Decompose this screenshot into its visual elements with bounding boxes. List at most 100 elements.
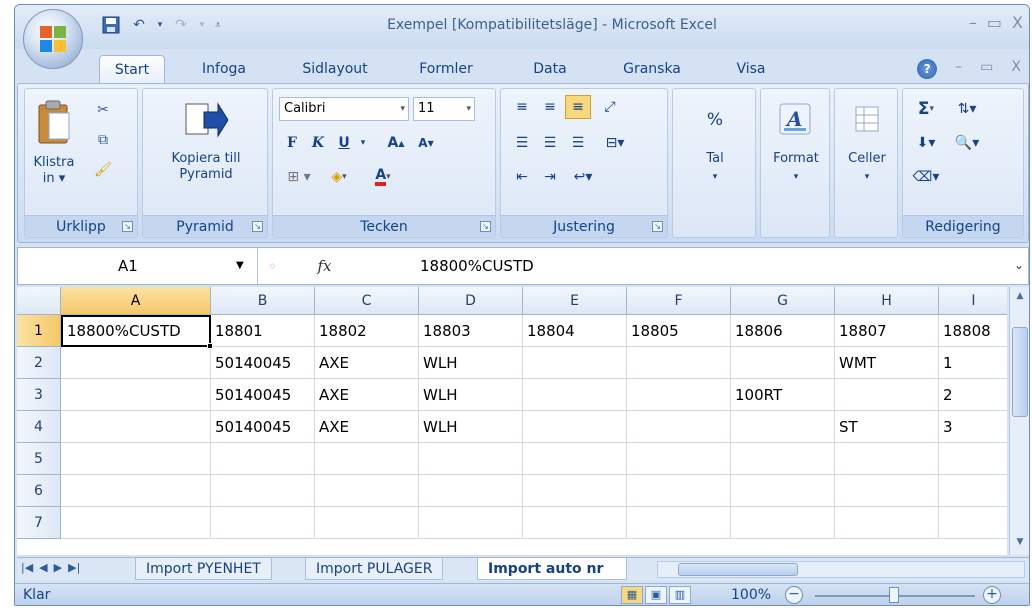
cell-d4[interactable]: WLH	[419, 411, 523, 443]
cell-h3[interactable]	[835, 379, 939, 411]
cell-a5[interactable]	[61, 443, 211, 475]
pyramid-launcher-icon[interactable]: ↘	[252, 221, 263, 232]
last-sheet-icon[interactable]: ▶|	[68, 561, 80, 574]
autosum-icon[interactable]: Σ ▾	[911, 97, 941, 121]
font-size-combo[interactable]: 11 ▾	[413, 97, 475, 121]
alignment-launcher-icon[interactable]: ↘	[652, 221, 663, 232]
cell-c6[interactable]	[315, 475, 419, 507]
column-header-e[interactable]: E	[523, 287, 627, 315]
zoom-in-icon[interactable]: +	[983, 586, 1001, 604]
row-header-6[interactable]: 6	[17, 475, 61, 507]
paste-button-label[interactable]: Klistra in ▾	[25, 155, 83, 187]
first-sheet-icon[interactable]: |◀	[21, 561, 33, 574]
ribbon-close-icon[interactable]: X	[1011, 59, 1021, 79]
cell-d2[interactable]: WLH	[419, 347, 523, 379]
cell-e3[interactable]	[523, 379, 627, 411]
sheet-tab-import-auto-nr[interactable]: Import auto nr	[477, 558, 627, 580]
vertical-scroll-thumb[interactable]	[1012, 327, 1028, 417]
cell-e7[interactable]	[523, 507, 627, 539]
cell-b5[interactable]	[211, 443, 315, 475]
cell-d1[interactable]: 18803	[419, 315, 523, 347]
cell-e6[interactable]	[523, 475, 627, 507]
close-icon[interactable]: X	[1012, 13, 1023, 32]
column-header-i[interactable]: I	[939, 287, 1007, 315]
align-center-icon[interactable]: ☰	[537, 131, 563, 155]
decrease-indent-icon[interactable]: ⇤	[509, 165, 535, 189]
formula-input[interactable]: 18800%CUSTD	[420, 248, 534, 284]
fill-icon[interactable]: ⬇▾	[911, 131, 941, 155]
tab-start[interactable]: Start	[99, 55, 165, 83]
column-header-g[interactable]: G	[731, 287, 835, 315]
select-all-corner[interactable]	[17, 287, 61, 315]
cell-c2[interactable]: AXE	[315, 347, 419, 379]
column-header-c[interactable]: C	[315, 287, 419, 315]
cell-b7[interactable]	[211, 507, 315, 539]
cell-e5[interactable]	[523, 443, 627, 475]
tab-infoga[interactable]: Infoga	[183, 55, 265, 83]
cell-c7[interactable]	[315, 507, 419, 539]
name-box[interactable]: A1	[18, 248, 258, 284]
page-break-view-icon[interactable]: ▥	[669, 586, 691, 604]
tab-granska[interactable]: Granska	[607, 55, 697, 83]
shrink-font-icon[interactable]: A ▼	[413, 131, 439, 155]
cell-f5[interactable]	[627, 443, 731, 475]
row-header-2[interactable]: 2	[17, 347, 61, 379]
cell-f2[interactable]	[627, 347, 731, 379]
cell-e4[interactable]	[523, 411, 627, 443]
office-button[interactable]	[23, 9, 83, 69]
underline-dropdown-icon[interactable]: ▾	[357, 131, 369, 155]
cell-i3[interactable]: 2	[939, 379, 1007, 411]
align-top-icon[interactable]: ≡	[509, 95, 535, 119]
group-cells[interactable]: Celler ▾	[834, 88, 898, 238]
underline-button[interactable]: U	[333, 131, 355, 155]
increase-indent-icon[interactable]: ⇥	[537, 165, 563, 189]
cell-e2[interactable]	[523, 347, 627, 379]
prev-sheet-icon[interactable]: ◀	[39, 561, 47, 574]
grow-font-icon[interactable]: A ▲	[383, 131, 409, 155]
zoom-slider-thumb[interactable]	[889, 587, 899, 603]
font-name-combo[interactable]: Calibri ▾	[279, 97, 409, 121]
cell-g7[interactable]	[731, 507, 835, 539]
cell-h4[interactable]: ST	[835, 411, 939, 443]
align-right-icon[interactable]: ☰	[565, 131, 591, 155]
cell-f1[interactable]: 18805	[627, 315, 731, 347]
cell-c5[interactable]	[315, 443, 419, 475]
cell-d3[interactable]: WLH	[419, 379, 523, 411]
ribbon-restore-icon[interactable]: ▭	[980, 59, 993, 79]
horizontal-scroll-thumb[interactable]	[678, 563, 798, 576]
cell-a7[interactable]	[61, 507, 211, 539]
cell-f4[interactable]	[627, 411, 731, 443]
cell-b6[interactable]	[211, 475, 315, 507]
copy-icon[interactable]: ⧉	[91, 129, 115, 151]
cut-icon[interactable]: ✂	[91, 99, 115, 121]
cell-g4[interactable]	[731, 411, 835, 443]
cell-g6[interactable]	[731, 475, 835, 507]
font-launcher-icon[interactable]: ↘	[480, 221, 491, 232]
cell-i2[interactable]: 1	[939, 347, 1007, 379]
cell-h1[interactable]: 18807	[835, 315, 939, 347]
copy-to-pyramid-button-label[interactable]: Kopiera till Pyramid	[143, 151, 269, 183]
sheet-tab-import-pyenhet[interactable]: Import PYENHET	[135, 558, 272, 580]
normal-view-icon[interactable]: ▦	[621, 586, 643, 604]
cell-b4[interactable]: 50140045	[211, 411, 315, 443]
cell-f3[interactable]	[627, 379, 731, 411]
next-sheet-icon[interactable]: ▶	[54, 561, 62, 574]
tab-data[interactable]: Data	[515, 55, 585, 83]
clear-icon[interactable]: ⌫▾	[911, 165, 941, 189]
clipboard-launcher-icon[interactable]: ↘	[122, 221, 133, 232]
horizontal-scrollbar[interactable]	[657, 561, 1025, 578]
ribbon-minimize-icon[interactable]: –	[955, 59, 962, 79]
cell-a3[interactable]	[61, 379, 211, 411]
column-header-f[interactable]: F	[627, 287, 731, 315]
scroll-up-icon[interactable]: ▲	[1013, 291, 1027, 305]
sort-filter-icon[interactable]: ⇅▾	[949, 97, 985, 121]
zoom-level[interactable]: 100%	[731, 587, 771, 603]
cell-c3[interactable]: AXE	[315, 379, 419, 411]
align-bottom-icon[interactable]: ≡	[565, 95, 591, 119]
find-select-icon[interactable]: 🔍▾	[949, 131, 985, 155]
cell-h5[interactable]	[835, 443, 939, 475]
cell-g1[interactable]: 18806	[731, 315, 835, 347]
tab-formler[interactable]: Formler	[403, 55, 489, 83]
scroll-down-icon[interactable]: ▼	[1013, 537, 1027, 551]
row-header-7[interactable]: 7	[17, 507, 61, 539]
